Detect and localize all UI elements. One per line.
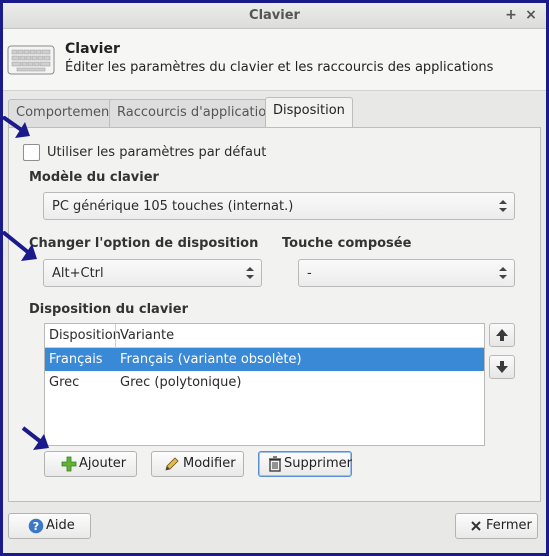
svg-text:?: ? <box>33 520 39 533</box>
keyboard-icon <box>7 45 55 75</box>
keyboard-layouts-list[interactable]: Disposition Variante Français Français (… <box>44 323 485 446</box>
pencil-icon <box>165 457 179 471</box>
compose-key-value: - <box>307 266 312 281</box>
layout-option-value: Alt+Ctrl <box>52 266 104 281</box>
header-title: Clavier <box>65 41 120 57</box>
delete-button[interactable]: Supprimer <box>258 451 352 477</box>
close-button-label: Fermer <box>486 518 532 533</box>
move-up-button[interactable] <box>489 323 515 347</box>
move-down-button[interactable] <box>489 355 515 379</box>
column-header-layout[interactable]: Disposition <box>49 328 121 343</box>
tab-raccourcis[interactable]: Raccourcis d'applications <box>109 99 290 127</box>
column-divider <box>115 324 116 348</box>
keyboard-model-combo[interactable]: PC générique 105 touches (internat.) <box>43 192 515 220</box>
dialog-header: Clavier Éditer les paramètres du clavier… <box>3 29 546 91</box>
compose-key-label: Touche composée <box>282 236 412 251</box>
title-bar[interactable]: Clavier + × <box>3 3 546 29</box>
add-button[interactable]: Ajouter <box>44 451 137 477</box>
table-row[interactable]: Grec Grec (polytonique) <box>45 371 484 394</box>
arrow-down-icon <box>496 361 508 373</box>
compose-key-combo[interactable]: - <box>298 259 515 287</box>
delete-button-label: Supprimer <box>284 456 352 471</box>
help-button[interactable]: ? Aide <box>8 513 91 539</box>
annotation-arrow-icon <box>21 426 49 450</box>
plus-icon <box>61 456 77 472</box>
combo-arrows-icon <box>499 200 507 212</box>
window-title: Clavier <box>249 8 300 23</box>
table-row[interactable]: Français Français (variante obsolète) <box>45 348 484 371</box>
annotation-arrow-icon <box>3 116 30 138</box>
variant-cell: Grec (polytonique) <box>120 375 242 390</box>
trash-icon <box>269 456 281 472</box>
column-header-variant[interactable]: Variante <box>120 328 174 343</box>
combo-arrows-icon <box>499 267 507 279</box>
keyboard-layouts-label: Disposition du clavier <box>29 302 188 317</box>
window: Clavier + × Clavier Éditer les paramètre… <box>0 0 549 556</box>
keyboard-model-label: Modèle du clavier <box>29 170 159 185</box>
add-button-label: Ajouter <box>79 456 127 471</box>
list-header: Disposition Variante <box>45 324 484 348</box>
combo-arrows-icon <box>246 267 254 279</box>
header-subtitle: Éditer les paramètres du clavier et les … <box>65 60 494 75</box>
annotation-arrow-icon <box>3 231 37 261</box>
edit-button[interactable]: Modifier <box>151 451 244 477</box>
help-icon: ? <box>28 518 44 534</box>
close-x-icon <box>471 521 481 531</box>
arrow-up-icon <box>496 329 508 341</box>
maximize-icon[interactable]: + <box>502 6 520 24</box>
layout-cell: Français <box>49 352 103 367</box>
close-button[interactable]: Fermer <box>455 513 538 539</box>
variant-cell: Français (variante obsolète) <box>120 352 302 367</box>
keyboard-model-value: PC générique 105 touches (internat.) <box>52 199 294 214</box>
help-button-label: Aide <box>46 518 75 533</box>
use-defaults-label[interactable]: Utiliser les paramètres par défaut <box>47 145 266 160</box>
close-icon[interactable]: × <box>522 6 540 24</box>
layout-option-combo[interactable]: Alt+Ctrl <box>43 259 262 287</box>
edit-button-label: Modifier <box>183 456 236 471</box>
layout-cell: Grec <box>49 375 80 390</box>
layout-option-label: Changer l'option de disposition <box>29 236 259 251</box>
use-defaults-checkbox[interactable] <box>23 144 40 161</box>
tab-disposition[interactable]: Disposition <box>265 97 353 127</box>
